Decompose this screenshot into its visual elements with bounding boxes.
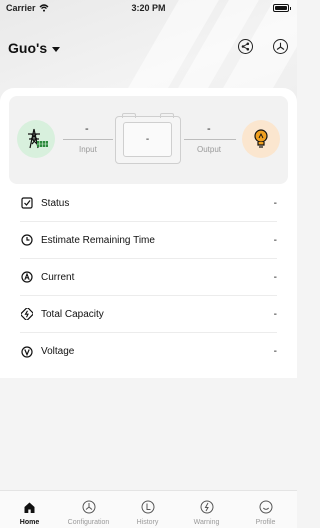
tab-history[interactable]: History: [118, 499, 177, 526]
row-estimate-remaining-time[interactable]: Estimate Remaining Time -: [20, 222, 277, 259]
battery-device[interactable]: -: [115, 113, 181, 164]
tab-home[interactable]: Home: [0, 499, 59, 526]
light-bulb-icon: [242, 120, 280, 158]
tab-label: Warning: [193, 519, 220, 526]
device-value: -: [145, 134, 150, 145]
tab-profile[interactable]: Profile: [236, 499, 295, 526]
row-label: Status: [41, 197, 70, 209]
output-value: -: [207, 123, 211, 135]
clock-time: 3:20 PM: [131, 3, 166, 13]
configuration-icon: [81, 499, 97, 515]
station-name: Guo's: [8, 40, 48, 56]
row-value: -: [273, 271, 277, 283]
solar-grid-icon[interactable]: [273, 39, 288, 54]
row-label: Current: [41, 271, 75, 283]
tab-label: History: [136, 519, 159, 526]
tab-label: Profile: [255, 519, 276, 526]
row-label: Voltage: [41, 346, 75, 357]
clock-icon: [20, 234, 33, 247]
row-voltage[interactable]: Voltage -: [20, 333, 277, 370]
share-icon[interactable]: [238, 39, 253, 54]
output-line: [184, 139, 236, 140]
tab-label: Home: [19, 519, 40, 526]
caret-down-icon: [52, 46, 61, 52]
input-label: Input: [79, 145, 97, 154]
info-list: Status - Estimate Remaining Time - Curre…: [0, 185, 297, 370]
output-label: Output: [197, 145, 222, 154]
input-value: -: [85, 123, 89, 135]
battery-charge-icon: [20, 308, 33, 321]
history-icon: [140, 499, 156, 515]
row-value: -: [273, 346, 277, 357]
warning-icon: [199, 499, 215, 515]
battery-icon: [273, 4, 291, 12]
tab-bar: Home Configuration History Warning Profi…: [0, 490, 297, 528]
tab-warning[interactable]: Warning: [177, 499, 236, 526]
row-total-capacity[interactable]: Total Capacity -: [20, 296, 277, 333]
checkbox-icon: [20, 197, 33, 210]
row-label: Estimate Remaining Time: [41, 234, 155, 246]
main-card: - Input - - Output Status - Estimate Rem…: [0, 88, 297, 378]
status-bar: Carrier 3:20 PM: [0, 0, 297, 18]
row-label: Total Capacity: [41, 308, 104, 320]
row-value: -: [273, 234, 277, 246]
top-bar: Guo's: [0, 36, 297, 60]
power-tower-solar-icon: [17, 120, 55, 158]
voltage-v-icon: [20, 345, 33, 358]
home-icon: [22, 499, 38, 515]
energy-flow-panel: - Input - - Output: [9, 96, 288, 184]
row-value: -: [273, 308, 277, 320]
station-selector[interactable]: Guo's: [8, 40, 61, 56]
row-current[interactable]: Current -: [20, 259, 277, 296]
profile-icon: [258, 499, 274, 515]
current-a-icon: [20, 271, 33, 284]
row-status[interactable]: Status -: [20, 185, 277, 222]
tab-configuration[interactable]: Configuration: [59, 499, 118, 526]
tab-label: Configuration: [67, 519, 110, 526]
row-value: -: [273, 197, 277, 209]
input-line: [63, 139, 113, 140]
